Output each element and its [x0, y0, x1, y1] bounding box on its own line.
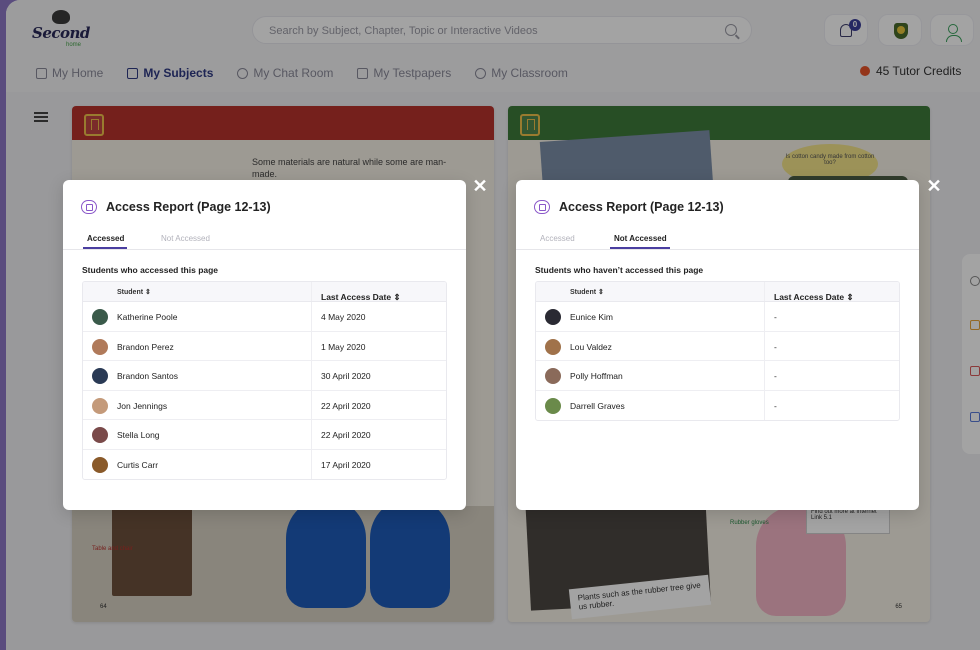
active-tab-indicator	[83, 247, 127, 249]
table-row[interactable]: Polly Hoffman -	[536, 361, 899, 391]
column-divider	[311, 361, 312, 390]
table-subtitle: Students who accessed this page	[82, 265, 219, 275]
avatar	[92, 397, 108, 414]
column-divider	[311, 331, 312, 360]
column-divider	[764, 302, 765, 331]
table-row[interactable]: Curtis Carr 17 April 2020	[83, 449, 446, 479]
modal-title: Access Report (Page 12-13)	[106, 200, 271, 214]
last-access-date: 22 April 2020	[321, 430, 371, 440]
close-icon[interactable]: ✕	[926, 177, 942, 195]
column-divider	[764, 390, 765, 420]
table-row[interactable]: Katherine Poole 4 May 2020	[83, 302, 446, 332]
table-row[interactable]: Brandon Perez 1 May 2020	[83, 331, 446, 361]
access-report-modal-accessed: Access Report (Page 12-13) Accessed Not …	[63, 180, 466, 510]
student-name: Brandon Perez	[117, 341, 174, 352]
avatar	[92, 338, 108, 355]
student-name: Polly Hoffman	[570, 371, 623, 381]
avatar	[545, 368, 561, 384]
student-name: Lou Valdez	[570, 341, 612, 352]
avatar	[92, 427, 108, 443]
student-name: Brandon Santos	[117, 371, 178, 381]
tab-accessed[interactable]: Accessed	[87, 234, 124, 243]
student-name: Darrell Graves	[570, 400, 625, 411]
student-name: Jon Jennings	[117, 400, 168, 411]
table-header: Student ⇕ Last Access Date ⇕	[536, 282, 899, 302]
last-access-date: -	[774, 341, 777, 352]
modal-tabs: Accessed Not Accessed	[63, 232, 466, 250]
column-divider	[311, 420, 312, 449]
access-report-modal-not-accessed: Access Report (Page 12-13) Accessed Not …	[516, 180, 919, 510]
avatar	[545, 309, 561, 325]
avatar	[92, 456, 108, 473]
modal-header: Access Report (Page 12-13)	[534, 200, 724, 214]
modal-header: Access Report (Page 12-13)	[81, 200, 271, 214]
table-body: Eunice Kim - Lou Valdez - Polly Hoffman - Darr…	[536, 302, 899, 420]
last-access-date: 1 May 2020	[321, 341, 366, 352]
tab-accessed[interactable]: Accessed	[540, 234, 575, 243]
last-access-date: 30 April 2020	[321, 371, 371, 381]
column-divider	[311, 390, 312, 419]
column-divider	[764, 282, 765, 301]
tab-not-accessed[interactable]: Not Accessed	[614, 234, 667, 243]
avatar	[545, 338, 561, 355]
table-row[interactable]: Stella Long 22 April 2020	[83, 420, 446, 450]
table-header: Student ⇕ Last Access Date ⇕	[83, 282, 446, 302]
table-body: Katherine Poole 4 May 2020 Brandon Perez 1 …	[83, 302, 446, 479]
active-tab-indicator	[610, 247, 670, 249]
avatar	[92, 309, 108, 325]
avatar	[92, 368, 108, 384]
column-divider	[764, 331, 765, 360]
table-subtitle: Students who haven’t accessed this page	[535, 265, 704, 275]
last-access-date: -	[774, 312, 777, 322]
student-name: Curtis Carr	[117, 459, 159, 470]
column-divider	[311, 449, 312, 479]
last-access-date: 4 May 2020	[321, 312, 366, 322]
access-table: Student ⇕ Last Access Date ⇕ Eunice Kim -…	[535, 281, 900, 421]
access-table: Student ⇕ Last Access Date ⇕ Katherine P…	[82, 281, 447, 480]
student-name: Katherine Poole	[117, 312, 178, 322]
table-row[interactable]: Brandon Santos 30 April 2020	[83, 361, 446, 391]
column-header-student[interactable]: Student ⇕	[117, 288, 151, 296]
modal-tabs: Accessed Not Accessed	[516, 232, 919, 250]
column-header-student[interactable]: Student ⇕	[570, 288, 604, 296]
table-row[interactable]: Darrell Graves -	[536, 390, 899, 420]
last-access-date: -	[774, 371, 777, 381]
last-access-date: -	[774, 400, 777, 411]
close-icon[interactable]: ✕	[472, 177, 488, 195]
column-divider	[311, 282, 312, 301]
last-access-date: 22 April 2020	[321, 400, 371, 411]
avatar	[545, 397, 561, 414]
student-name: Eunice Kim	[570, 312, 613, 322]
table-row[interactable]: Eunice Kim -	[536, 302, 899, 332]
column-divider	[764, 361, 765, 390]
student-name: Stella Long	[117, 430, 160, 440]
table-row[interactable]: Jon Jennings 22 April 2020	[83, 390, 446, 420]
modal-title: Access Report (Page 12-13)	[559, 200, 724, 214]
column-divider	[311, 302, 312, 331]
report-chat-icon	[81, 200, 97, 214]
last-access-date: 17 April 2020	[321, 459, 371, 470]
tab-not-accessed[interactable]: Not Accessed	[161, 234, 210, 243]
table-row[interactable]: Lou Valdez -	[536, 331, 899, 361]
report-chat-icon	[534, 200, 550, 214]
